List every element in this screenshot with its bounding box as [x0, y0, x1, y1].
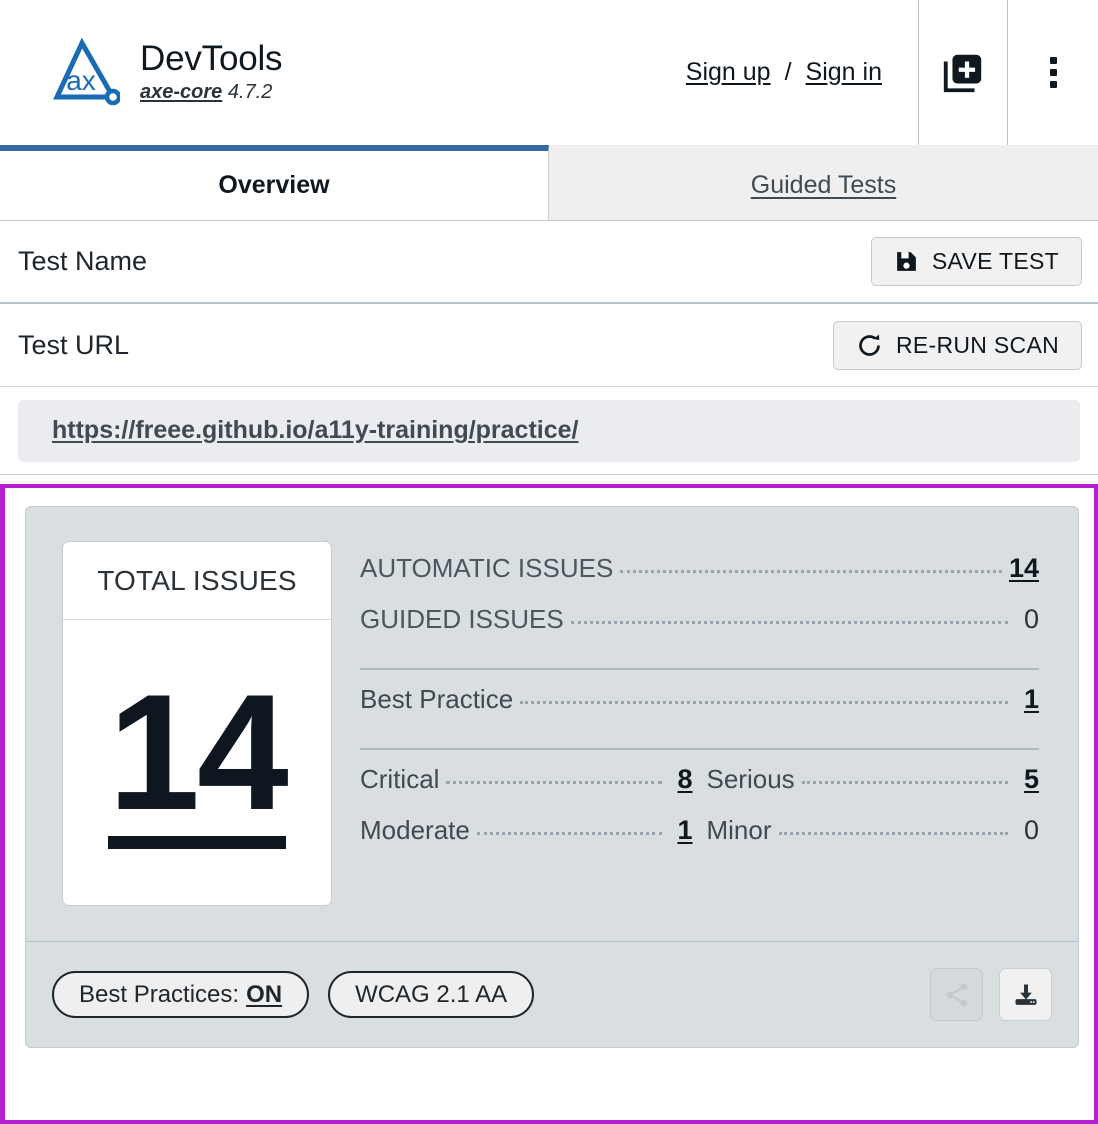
share-button — [930, 968, 983, 1021]
new-test-button[interactable] — [918, 0, 1008, 145]
total-issues-label: TOTAL ISSUES — [63, 542, 331, 620]
stat-value[interactable]: 1 — [1015, 684, 1039, 715]
kebab-menu-icon — [1050, 57, 1057, 88]
best-practices-chip-label: Best Practices: — [79, 981, 239, 1009]
stat-label: Best Practice — [360, 684, 513, 715]
stat-value: 0 — [1015, 815, 1039, 846]
app-header: ax DevTools axe-core 4.7.2 Sign up / Sig… — [0, 0, 1098, 145]
tab-overview-label: Overview — [218, 171, 329, 200]
engine-version-label: axe-core 4.7.2 — [140, 81, 282, 104]
wcag-chip-label: WCAG 2.1 AA — [355, 981, 507, 1009]
total-issues-box: TOTAL ISSUES 14 — [62, 541, 332, 906]
engine-version: 4.7.2 — [228, 81, 272, 103]
stat-value[interactable]: 14 — [1009, 553, 1039, 584]
stat-value[interactable]: 5 — [1015, 764, 1039, 795]
auth-links: Sign up / Sign in — [686, 0, 918, 145]
rerun-scan-button[interactable]: RE-RUN SCAN — [833, 321, 1082, 370]
stat-label: AUTOMATIC ISSUES — [360, 553, 613, 584]
stat-cell-serious: Serious 5 — [707, 764, 1040, 795]
svg-text:ax: ax — [66, 65, 96, 96]
stat-label: GUIDED ISSUES — [360, 604, 564, 635]
brand-text: DevTools axe-core 4.7.2 — [140, 41, 282, 104]
brand: ax DevTools axe-core 4.7.2 — [44, 37, 282, 109]
tab-overview[interactable]: Overview — [0, 145, 549, 220]
download-icon — [1012, 981, 1040, 1009]
test-name-row: Test Name SAVE TEST — [0, 221, 1098, 304]
stat-label: Minor — [707, 815, 772, 846]
sign-in-link[interactable]: Sign in — [806, 58, 882, 87]
stat-row-guided-issues: GUIDED ISSUES 0 — [360, 604, 1039, 655]
summary-card-footer: Best Practices: ON WCAG 2.1 AA — [26, 941, 1078, 1047]
stat-value[interactable]: 1 — [669, 815, 693, 846]
summary-card-body: TOTAL ISSUES 14 AUTOMATIC ISSUES 14 GUID… — [26, 507, 1078, 941]
leader-dots — [446, 781, 661, 784]
issue-summary-card: TOTAL ISSUES 14 AUTOMATIC ISSUES 14 GUID… — [25, 506, 1079, 1048]
axe-logo-icon: ax — [44, 37, 120, 109]
footer-icon-buttons — [930, 968, 1052, 1021]
stat-value: 0 — [1015, 604, 1039, 635]
refresh-icon — [856, 332, 883, 359]
stats-divider-1 — [360, 668, 1039, 670]
leader-dots — [477, 832, 662, 835]
test-url-display-row: https://freee.github.io/a11y-training/pr… — [0, 387, 1098, 475]
stats-divider-2 — [360, 748, 1039, 750]
stat-label: Critical — [360, 764, 439, 795]
new-test-icon — [940, 50, 986, 96]
best-practices-chip-state: ON — [246, 981, 282, 1009]
test-name-label: Test Name — [18, 246, 147, 277]
issue-stats-list: AUTOMATIC ISSUES 14 GUIDED ISSUES 0 Best… — [360, 541, 1048, 941]
save-test-label: SAVE TEST — [932, 248, 1059, 275]
best-practices-toggle-chip[interactable]: Best Practices: ON — [52, 971, 309, 1018]
leader-dots — [779, 832, 1008, 835]
tab-guided-tests-label: Guided Tests — [751, 171, 896, 200]
stat-cell-moderate: Moderate 1 — [360, 815, 693, 846]
test-url-label: Test URL — [18, 330, 129, 361]
auth-separator: / — [785, 58, 792, 87]
axe-devtools-panel: ax DevTools axe-core 4.7.2 Sign up / Sig… — [0, 0, 1098, 1124]
stat-label: Serious — [707, 764, 795, 795]
sign-up-link[interactable]: Sign up — [686, 58, 771, 87]
save-test-button[interactable]: SAVE TEST — [871, 237, 1082, 286]
total-issues-value-wrap: 14 — [63, 620, 331, 905]
share-icon — [943, 981, 971, 1009]
test-url-box: https://freee.github.io/a11y-training/pr… — [18, 400, 1080, 462]
stat-row-best-practice: Best Practice 1 — [360, 684, 1039, 735]
summary-focus-region: TOTAL ISSUES 14 AUTOMATIC ISSUES 14 GUID… — [0, 484, 1098, 1124]
floppy-disk-icon — [894, 249, 919, 274]
tab-guided-tests[interactable]: Guided Tests — [549, 145, 1098, 220]
stat-label: Moderate — [360, 815, 470, 846]
download-report-button[interactable] — [999, 968, 1052, 1021]
leader-dots — [520, 701, 1008, 704]
stat-cell-critical: Critical 8 — [360, 764, 693, 795]
test-url-link[interactable]: https://freee.github.io/a11y-training/pr… — [52, 416, 579, 445]
stat-value[interactable]: 8 — [669, 764, 693, 795]
leader-dots — [571, 621, 1008, 624]
rerun-scan-label: RE-RUN SCAN — [896, 332, 1059, 359]
tab-bar: Overview Guided Tests — [0, 145, 1098, 221]
wcag-standard-chip[interactable]: WCAG 2.1 AA — [328, 971, 534, 1018]
engine-name: axe-core — [140, 81, 222, 103]
overflow-menu-button[interactable] — [1008, 0, 1098, 145]
stat-row-moderate-minor: Moderate 1 Minor 0 — [360, 815, 1039, 866]
leader-dots — [620, 570, 1002, 573]
test-url-row: Test URL RE-RUN SCAN — [0, 304, 1098, 387]
header-actions: Sign up / Sign in — [686, 0, 1098, 145]
stat-cell-minor: Minor 0 — [707, 815, 1040, 846]
app-title: DevTools — [140, 41, 282, 77]
leader-dots — [802, 781, 1008, 784]
stat-row-critical-serious: Critical 8 Serious 5 — [360, 764, 1039, 815]
total-issues-value: 14 — [108, 676, 286, 848]
stat-row-automatic-issues: AUTOMATIC ISSUES 14 — [360, 553, 1039, 604]
